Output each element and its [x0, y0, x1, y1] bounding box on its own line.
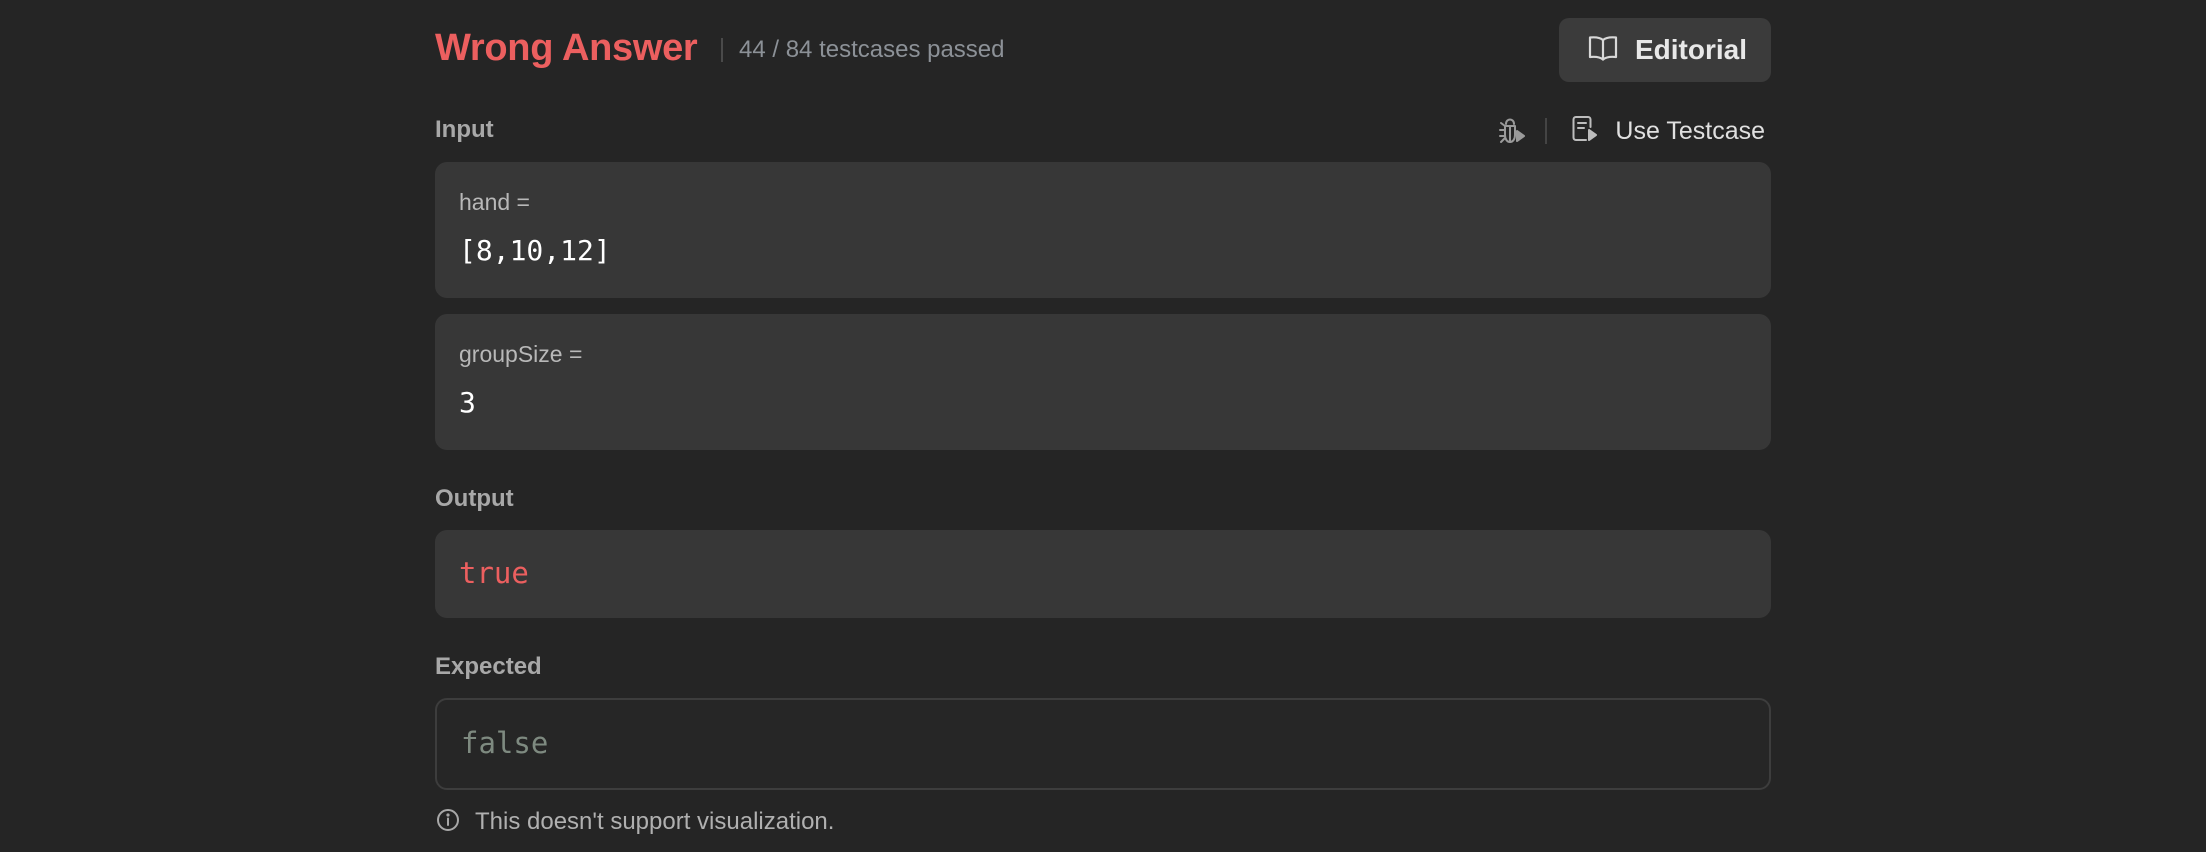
param-value[interactable]: [8,10,12] [459, 234, 611, 268]
output-label: Output [435, 485, 514, 512]
file-play-icon [1569, 114, 1599, 149]
expected-label: Expected [435, 653, 542, 680]
param-name: groupSize = [459, 341, 583, 367]
result-header: Wrong Answer 44 / 84 testcases passed Ed… [435, 18, 1771, 82]
editorial-label: Editorial [1635, 34, 1748, 65]
debug-bug-icon[interactable] [1495, 115, 1527, 147]
header-divider [721, 38, 723, 62]
output-card: true [435, 530, 1771, 618]
expected-value[interactable]: false [461, 726, 548, 760]
toolbar-separator [1545, 118, 1548, 144]
param-value[interactable]: 3 [459, 386, 476, 420]
param-card-groupsize: groupSize = 3 [435, 314, 1771, 450]
expected-card: false [435, 698, 1771, 790]
visualization-note: This doesn't support visualization. [435, 806, 834, 838]
use-testcase-button[interactable]: Use Testcase [1569, 114, 1765, 149]
testcases-passed: 44 / 84 testcases passed [739, 36, 1005, 63]
book-open-icon [1587, 32, 1619, 69]
output-value[interactable]: true [459, 556, 529, 590]
result-status: Wrong Answer [435, 27, 698, 69]
use-testcase-label: Use Testcase [1615, 116, 1765, 145]
test-result-panel: Wrong Answer 44 / 84 testcases passed Ed… [435, 0, 1771, 852]
input-toolbar: Use Testcase [1495, 114, 1765, 148]
editorial-button[interactable]: Editorial [1559, 18, 1771, 82]
param-card-hand: hand = [8,10,12] [435, 162, 1771, 298]
param-name: hand = [459, 189, 530, 215]
input-label: Input [435, 116, 494, 143]
visualization-note-text: This doesn't support visualization. [475, 808, 835, 835]
info-circle-icon [435, 807, 461, 838]
